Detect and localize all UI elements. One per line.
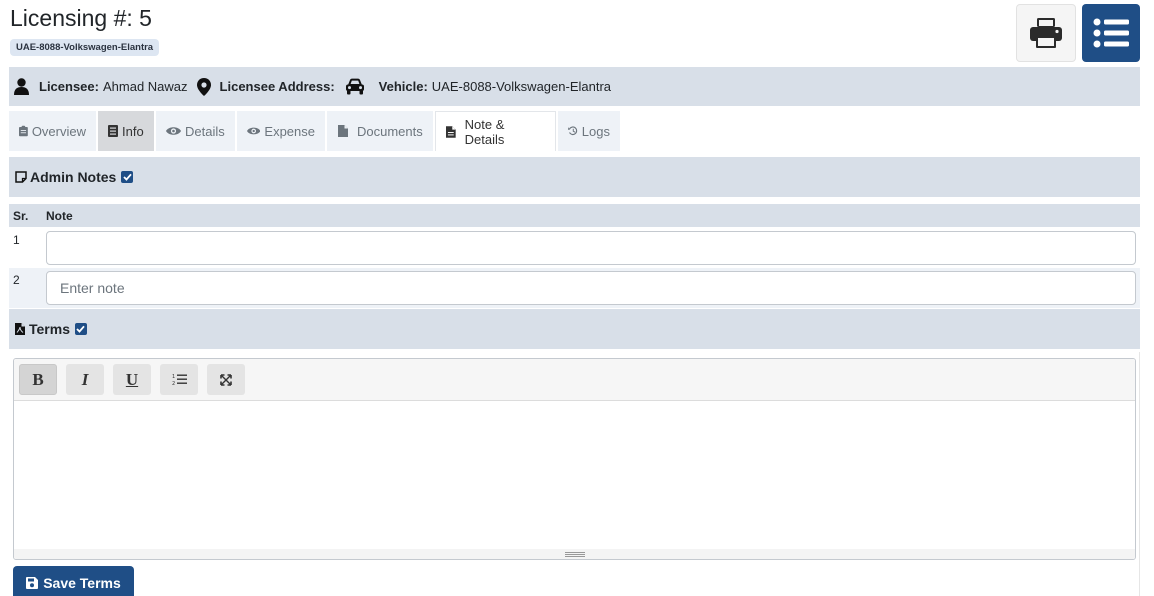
expand-icon (220, 373, 232, 386)
check-icon (123, 173, 132, 181)
admin-notes-title: Admin Notes (30, 169, 117, 185)
ordered-list-button[interactable]: 12 (160, 364, 198, 395)
tab-label: Logs (581, 123, 610, 139)
note-input-1[interactable] (46, 231, 1136, 265)
terms-header: Terms (9, 309, 1140, 349)
admin-notes-checkbox[interactable] (121, 171, 134, 183)
print-icon (1030, 18, 1062, 48)
plate-badge: UAE-8088-Volkswagen-Elantra (10, 39, 160, 56)
tab-label: Overview (31, 123, 86, 139)
editor-toolbar: B I U 12 (14, 359, 1135, 401)
fullscreen-button[interactable] (207, 364, 245, 395)
column-header-note: Note (46, 208, 73, 223)
tab-note-details[interactable]: Note & Details (435, 111, 556, 151)
bold-button[interactable]: B (19, 364, 57, 395)
eye-icon (166, 127, 181, 135)
save-terms-button[interactable]: Save Terms (13, 566, 134, 596)
editor-resize-handle[interactable] (14, 549, 1135, 559)
save-terms-label: Save Terms (43, 575, 121, 591)
table-row: 1 (9, 228, 1140, 268)
tab-logs[interactable]: Logs (558, 111, 620, 151)
table-row: 2 (9, 268, 1140, 308)
terms-title: Terms (29, 321, 70, 337)
tab-info[interactable]: Info (98, 111, 154, 151)
column-header-sr: Sr. (13, 208, 29, 223)
clipboard-icon (19, 125, 28, 137)
file-text-icon (446, 125, 456, 138)
tab-bar: Overview Info Details Expense Documents … (9, 111, 622, 151)
list-view-button[interactable] (1082, 4, 1140, 62)
row-sr: 1 (13, 233, 20, 247)
panel-border (1139, 352, 1140, 596)
print-button[interactable] (1016, 4, 1076, 62)
underline-button[interactable]: U (113, 364, 151, 395)
notes-table-header: Sr. Note (9, 204, 1140, 227)
vehicle-value: UAE-8088-Volkswagen-Elantra (431, 79, 612, 94)
file-icon (338, 125, 348, 137)
sticky-note-icon (15, 171, 27, 183)
svg-text:1: 1 (172, 374, 175, 380)
licensee-value: Ahmad Nawaz (102, 79, 188, 94)
check-icon (76, 325, 86, 333)
licensee-label: Licensee: (39, 79, 99, 94)
tab-details[interactable]: Details (156, 111, 235, 151)
file-list-icon (108, 125, 118, 137)
editor-content[interactable] (14, 401, 1135, 549)
underline-glyph: U (125, 369, 139, 389)
eye-icon (247, 127, 261, 135)
tab-expense[interactable]: Expense (237, 111, 325, 151)
tab-overview[interactable]: Overview (9, 111, 96, 151)
tab-label: Details (185, 123, 225, 139)
ordered-list-icon: 12 (172, 374, 187, 386)
terms-editor: B I U 12 (13, 358, 1136, 560)
map-marker-icon (196, 77, 211, 96)
tab-label: Note & Details (464, 116, 505, 147)
list-icon (1093, 18, 1129, 48)
save-icon (26, 577, 39, 589)
terms-checkbox[interactable] (74, 323, 87, 335)
page-title: Licensing #: 5 (10, 5, 152, 31)
note-input-2[interactable] (46, 271, 1136, 305)
car-icon (345, 78, 365, 95)
licensee-info-bar: Licensee: Ahmad Nawaz Licensee Address: … (9, 67, 1140, 106)
tab-label: Expense (264, 123, 315, 139)
vehicle-label: Vehicle: (378, 79, 428, 94)
svg-text:2: 2 (172, 381, 175, 386)
row-sr: 2 (13, 273, 20, 287)
italic-button[interactable]: I (66, 364, 104, 395)
history-icon (568, 126, 578, 136)
grip-icon (564, 551, 585, 557)
tab-documents[interactable]: Documents (327, 111, 433, 151)
tab-label: Documents (357, 123, 423, 139)
tab-label: Info (122, 123, 144, 139)
file-pdf-icon (15, 323, 25, 335)
admin-notes-header: Admin Notes (9, 157, 1140, 197)
italic-glyph: I (81, 369, 89, 389)
bold-glyph: B (32, 369, 44, 389)
licensee-address-label: Licensee Address: (219, 79, 335, 94)
user-icon (14, 78, 29, 95)
